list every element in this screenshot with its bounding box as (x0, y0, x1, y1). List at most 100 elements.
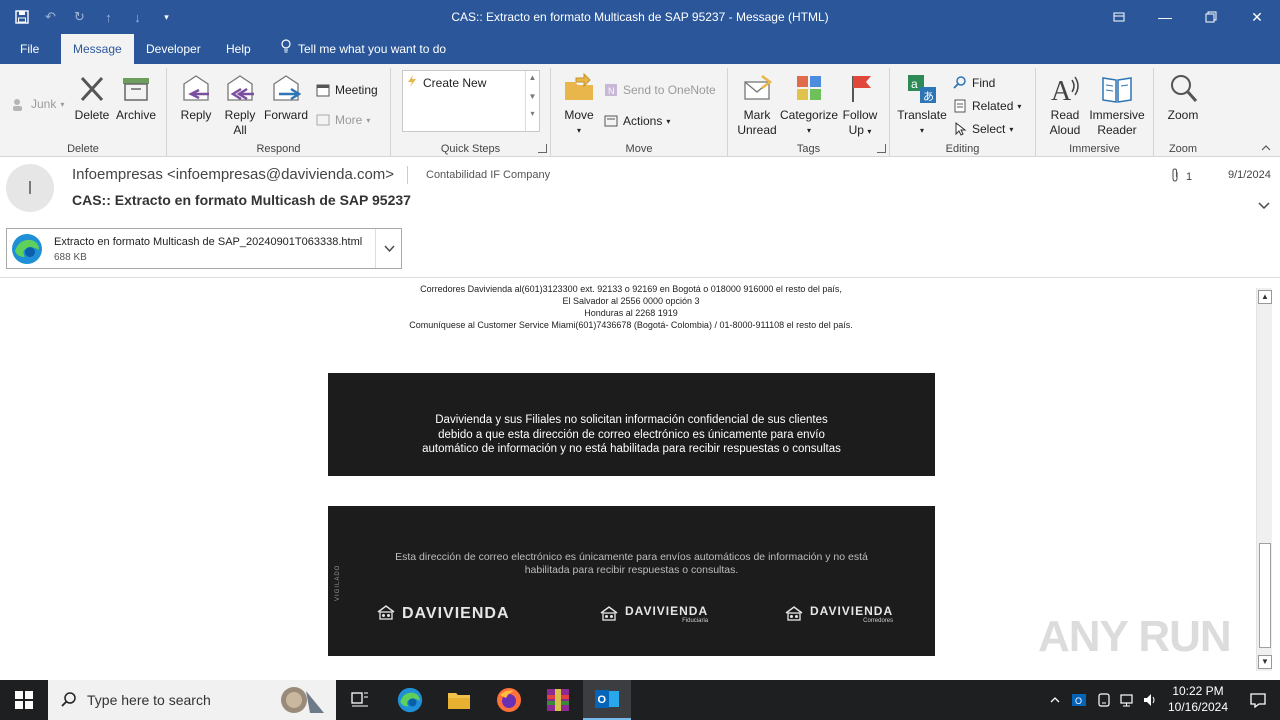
tab-developer[interactable]: Developer (134, 34, 213, 64)
move-group: Move ▾ N Send to OneNote Actions ▾ Move (551, 68, 728, 156)
brand-sub-3: Corredores (863, 618, 894, 624)
notice-line-2: debido a que esta dirección de correo el… (438, 428, 825, 441)
taskbar-firefox[interactable] (485, 680, 533, 720)
lightbulb-icon (280, 34, 292, 64)
reply-all-button[interactable]: Reply All (221, 72, 259, 138)
delete-group: Junk ▾ Delete Archive Delete (0, 68, 167, 156)
more-icon (315, 112, 331, 128)
find-button[interactable]: Find (952, 75, 995, 91)
editing-group-label: Editing (945, 143, 980, 155)
attachment-menu-button[interactable] (375, 229, 402, 268)
respond-group: Reply Reply All Forward Meeting More ▾ Re… (167, 68, 391, 156)
tab-message[interactable]: Message (61, 34, 134, 64)
more-respond-button[interactable]: More ▾ (315, 112, 370, 128)
respond-group-label: Respond (256, 143, 301, 155)
tray-outlook[interactable]: O (1069, 680, 1089, 720)
body-scrollbar[interactable]: ▲ ▼ (1256, 288, 1272, 671)
footer-line-1: Esta dirección de correo electrónico es … (395, 551, 868, 563)
collapse-ribbon-icon[interactable] (1260, 142, 1272, 154)
meeting-button[interactable]: Meeting (315, 82, 378, 98)
translate-label: Translate (897, 108, 947, 122)
quick-steps-scroll[interactable]: ▲ ▼ ▾ (525, 71, 539, 131)
action-center-button[interactable] (1236, 680, 1280, 720)
junk-button[interactable]: Junk ▾ (11, 96, 64, 112)
actions-label: Actions (623, 114, 663, 128)
tray-volume[interactable] (1140, 680, 1160, 720)
taskbar-file-explorer[interactable] (435, 680, 483, 720)
move-button[interactable]: Move ▾ (559, 72, 599, 138)
close-button[interactable]: ✕ (1234, 0, 1280, 34)
select-button[interactable]: Select ▾ (952, 121, 1013, 137)
onenote-icon: N (603, 82, 619, 98)
actions-button[interactable]: Actions ▾ (603, 113, 670, 129)
expand-header-icon[interactable] (1257, 198, 1271, 212)
edge-icon (397, 687, 423, 713)
mark-unread-label-1: Mark (743, 108, 771, 122)
brand-name-2: DAVIVIENDA (625, 604, 709, 618)
delete-icon (75, 72, 109, 106)
taskbar-edge[interactable] (386, 680, 434, 720)
svg-text:N: N (608, 86, 615, 96)
taskbar: Type here to search O O 10:22 PM 10/16/2… (0, 680, 1280, 720)
task-view-icon (351, 692, 368, 707)
archive-button[interactable]: Archive (114, 72, 158, 123)
archive-label: Archive (115, 108, 156, 122)
related-label: Related (972, 99, 1014, 113)
chevron-up-icon (1050, 697, 1060, 703)
delete-button[interactable]: Delete (72, 72, 112, 123)
folder-move-icon (562, 72, 596, 106)
reply-icon (179, 72, 213, 106)
ribbon-display-options-icon[interactable] (1096, 0, 1142, 34)
attachment-card[interactable]: Extracto en formato Multicash de SAP_202… (6, 228, 402, 269)
taskbar-search[interactable]: Type here to search (48, 680, 336, 720)
create-new-quick-step[interactable]: Create New (407, 75, 486, 90)
zoom-button[interactable]: Zoom (1162, 72, 1204, 123)
start-button[interactable] (0, 680, 48, 720)
taskbar-outlook[interactable]: O (583, 680, 631, 720)
device-icon (1098, 693, 1110, 707)
reply-button[interactable]: Reply (177, 72, 215, 123)
send-to-onenote-button[interactable]: N Send to OneNote (603, 82, 716, 98)
received-date: 9/1/2024 (1228, 169, 1271, 181)
avatar[interactable]: I (6, 164, 54, 212)
tray-device[interactable] (1094, 680, 1114, 720)
maximize-button[interactable] (1188, 0, 1234, 34)
immersive-group: A Read Aloud Immersive Reader Immersive (1036, 68, 1154, 156)
zoom-group: Zoom Zoom (1154, 68, 1212, 156)
show-hidden-icons[interactable] (1046, 680, 1064, 720)
translate-button[interactable]: aあ Translate ▾ (896, 72, 948, 138)
tray-network[interactable] (1117, 680, 1137, 720)
tab-help[interactable]: Help (214, 34, 263, 64)
taskbar-clock[interactable]: 10:22 PM 10/16/2024 (1160, 683, 1236, 715)
read-aloud-button[interactable]: A Read Aloud (1044, 72, 1086, 138)
archive-icon (119, 72, 153, 106)
tell-me-search[interactable]: Tell me what you want to do (268, 34, 458, 64)
minimize-button[interactable]: — (1142, 0, 1188, 34)
follow-up-button[interactable]: Follow Up ▾ (840, 72, 880, 139)
taskbar-winrar[interactable] (534, 680, 582, 720)
sender[interactable]: Infoempresas <infoempresas@davivienda.co… (72, 166, 394, 183)
recipient[interactable]: Contabilidad IF Company (426, 169, 550, 181)
scroll-down-arrow[interactable]: ▼ (1258, 655, 1272, 669)
task-view-button[interactable] (336, 680, 384, 720)
quick-steps-launcher[interactable] (538, 144, 547, 153)
read-aloud-label-2: Aloud (1049, 123, 1081, 137)
tell-me-label: Tell me what you want to do (298, 42, 447, 56)
contact-line-1: Corredores Davivienda al(601)3123300 ext… (420, 284, 842, 294)
scroll-up-arrow[interactable]: ▲ (1258, 290, 1272, 304)
brand-name-1: DAVIVIENDA (402, 604, 510, 622)
categorize-button[interactable]: Categorize ▾ (780, 72, 838, 138)
attachment-size: 688 KB (54, 252, 87, 263)
tab-file[interactable]: File (8, 34, 51, 64)
mark-unread-button[interactable]: Mark Unread (734, 72, 780, 138)
immersive-reader-button[interactable]: Immersive Reader (1088, 72, 1146, 138)
tags-launcher[interactable] (877, 144, 886, 153)
outlook-tray-icon: O (1072, 694, 1086, 706)
brand-sub-2: Fiduciaria (682, 618, 709, 624)
forward-button[interactable]: Forward (263, 72, 309, 123)
scroll-thumb[interactable] (1259, 543, 1271, 648)
follow-up-label-2: Up (848, 123, 864, 137)
junk-label: Junk (31, 97, 57, 111)
categorize-icon (792, 72, 826, 106)
related-button[interactable]: Related ▾ (952, 98, 1021, 114)
